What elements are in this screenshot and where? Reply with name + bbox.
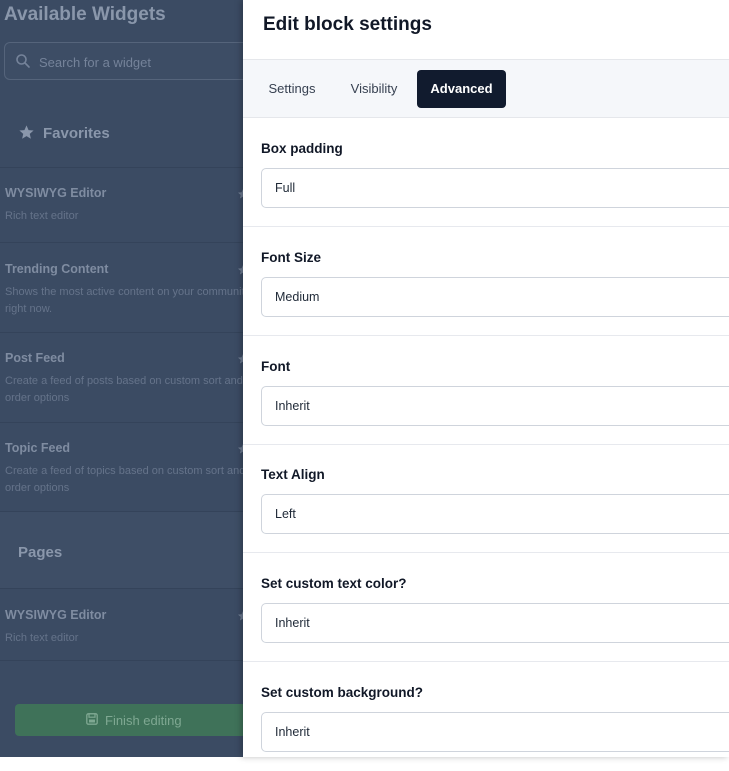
font-size-value: Medium xyxy=(275,290,320,304)
text-align-field: Text Align Left xyxy=(243,444,729,553)
widget-item-topic-feed[interactable]: Topic Feed Create a feed of topics based… xyxy=(0,423,243,512)
widget-description: Rich text editor xyxy=(5,210,79,222)
finish-editing-button[interactable]: Finish editing xyxy=(15,704,243,736)
background-select[interactable]: Inherit xyxy=(261,712,729,752)
panel-title: Edit block settings xyxy=(263,14,432,35)
font-select[interactable]: Inherit xyxy=(261,386,729,426)
text-color-label: Set custom text color? xyxy=(261,576,407,591)
widget-name: Trending Content xyxy=(5,262,109,276)
sidebar-title: Available Widgets xyxy=(4,4,166,25)
font-label: Font xyxy=(261,359,291,374)
pages-label: Pages xyxy=(18,544,63,561)
text-align-select[interactable]: Left xyxy=(261,494,729,534)
widget-item-wysiwyg-editor[interactable]: WYSIWYG Editor Rich text editor xyxy=(0,168,243,243)
widget-item-trending-content[interactable]: Trending Content Shows the most active c… xyxy=(0,243,243,333)
widget-description: Shows the most active content on your co… xyxy=(5,286,243,315)
text-align-value: Left xyxy=(275,507,296,521)
widgets-sidebar: Available Widgets Search for a widget Fa… xyxy=(0,0,243,757)
text-color-select[interactable]: Inherit xyxy=(261,603,729,643)
widget-name: Topic Feed xyxy=(5,441,71,455)
widget-description: Create a feed of posts based on custom s… xyxy=(5,375,243,404)
favorites-header: Favorites xyxy=(0,100,243,168)
widget-description: Rich text editor xyxy=(5,632,79,644)
font-size-field: Font Size Medium xyxy=(243,227,729,336)
finish-editing-label: Finish editing xyxy=(105,713,182,728)
box-padding-label: Box padding xyxy=(261,141,343,156)
font-value: Inherit xyxy=(275,399,310,413)
box-padding-select[interactable]: Full xyxy=(261,168,729,208)
widget-item-post-feed[interactable]: Post Feed Create a feed of posts based o… xyxy=(0,333,243,423)
widget-name: WYSIWYG Editor xyxy=(5,186,107,200)
widget-item-page-wysiwyg-editor[interactable]: WYSIWYG Editor Rich text editor xyxy=(0,589,243,661)
widget-description: Create a feed of topics based on custom … xyxy=(5,465,243,494)
star-icon xyxy=(19,125,34,139)
text-color-field: Set custom text color? Inherit xyxy=(243,553,729,662)
background-field: Set custom background? Inherit xyxy=(243,662,729,771)
settings-tabs: Settings Visibility Advanced xyxy=(243,59,729,118)
save-icon xyxy=(86,713,98,725)
font-size-select[interactable]: Medium xyxy=(261,277,729,317)
widget-search-input[interactable]: Search for a widget xyxy=(4,42,243,80)
font-field: Font Inherit xyxy=(243,336,729,445)
tab-visibility[interactable]: Visibility xyxy=(339,70,409,108)
search-icon xyxy=(16,54,30,68)
text-align-label: Text Align xyxy=(261,467,325,482)
background-value: Inherit xyxy=(275,725,310,739)
widget-name: WYSIWYG Editor xyxy=(5,608,107,622)
pages-header: Pages xyxy=(0,512,243,589)
tab-advanced[interactable]: Advanced xyxy=(417,70,506,108)
tab-settings[interactable]: Settings xyxy=(257,70,327,108)
widget-name: Post Feed xyxy=(5,351,65,365)
search-placeholder: Search for a widget xyxy=(39,55,152,70)
background-label: Set custom background? xyxy=(261,685,424,700)
box-padding-value: Full xyxy=(275,181,296,195)
text-color-value: Inherit xyxy=(275,616,310,630)
favorites-label: Favorites xyxy=(43,125,110,142)
font-size-label: Font Size xyxy=(261,250,321,265)
edit-block-settings-panel: Edit block settings Settings Visibility … xyxy=(243,0,729,757)
box-padding-field: Box padding Full xyxy=(243,118,729,227)
